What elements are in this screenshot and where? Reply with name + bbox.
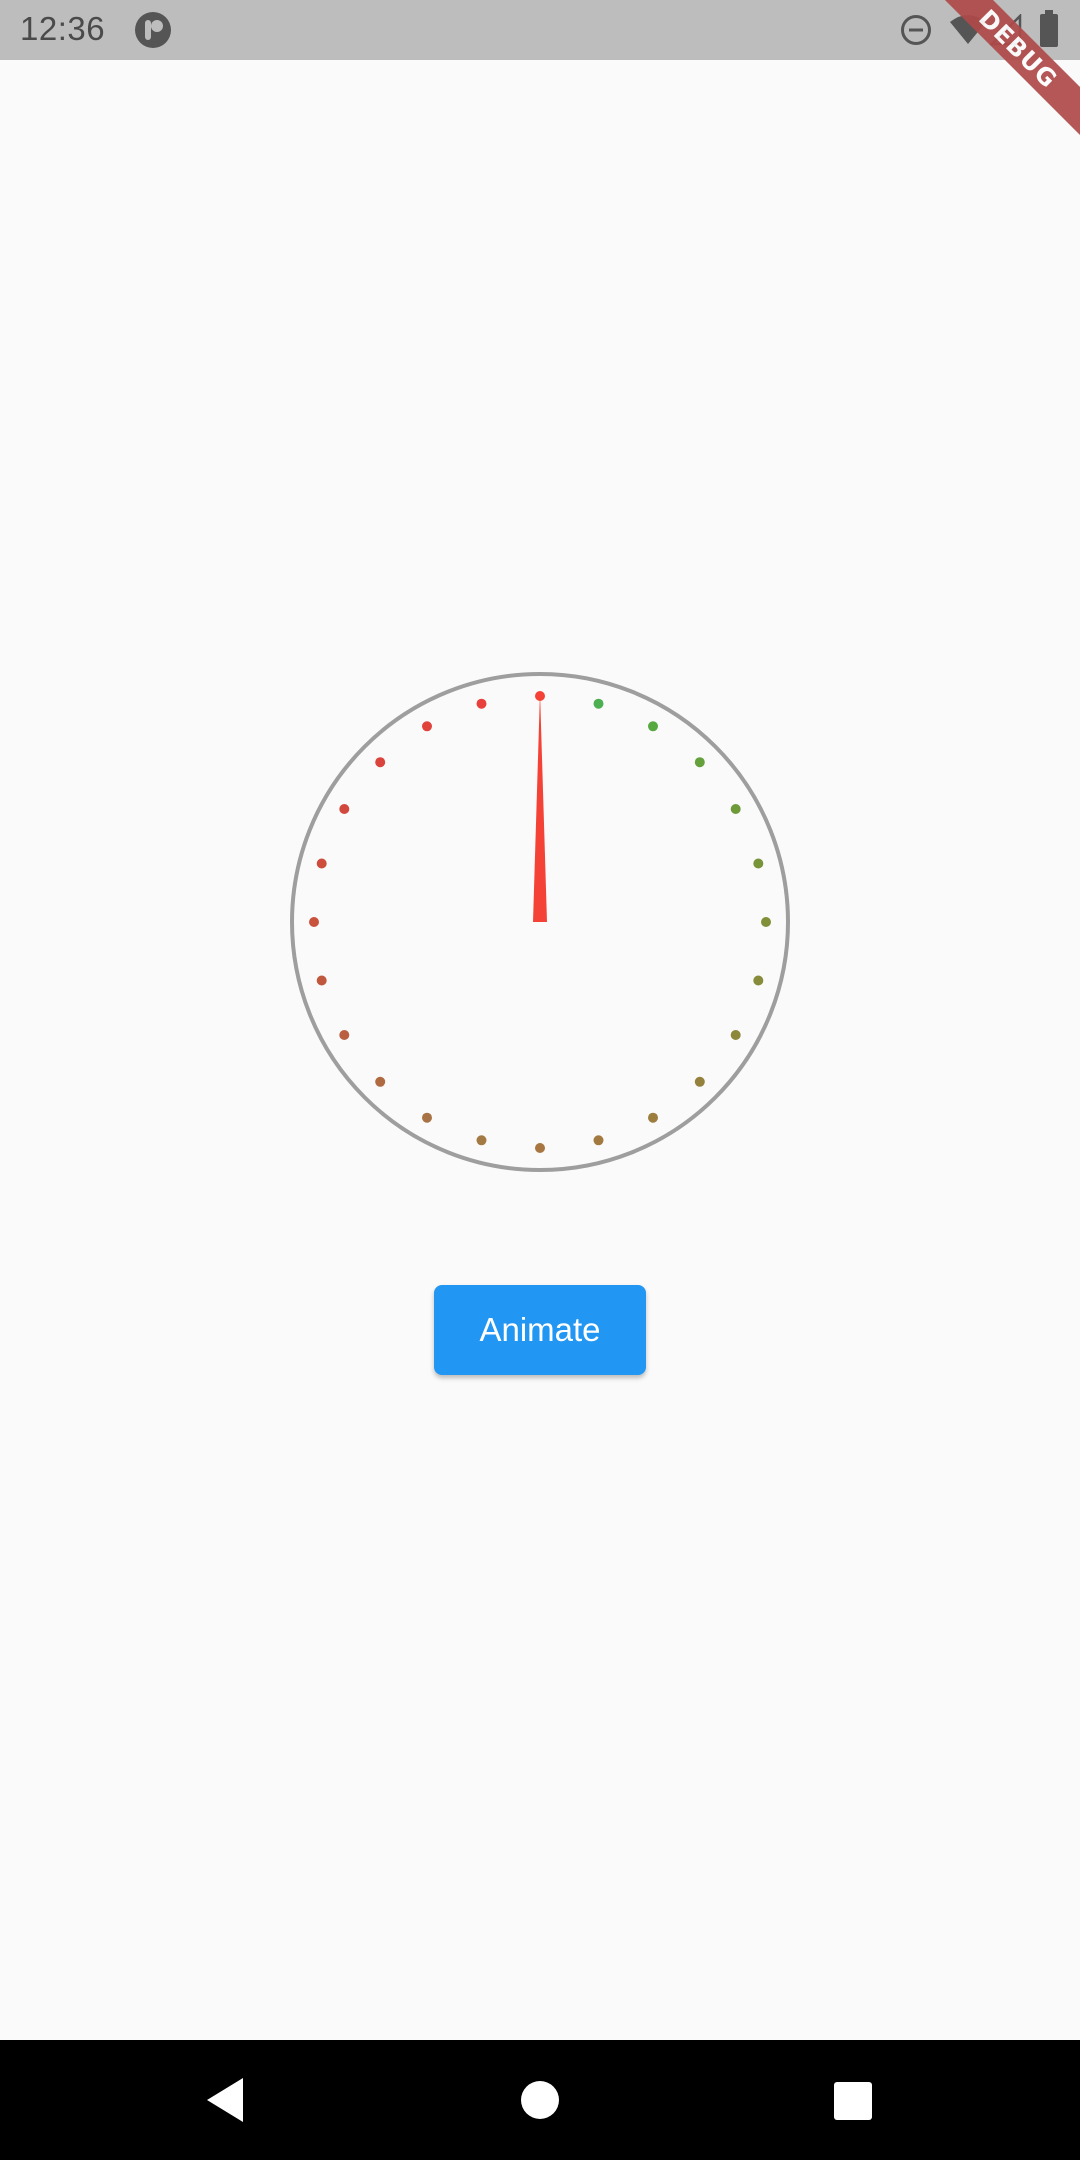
gauge-dot bbox=[476, 698, 487, 709]
gauge-dot bbox=[316, 858, 327, 869]
gauge-dot bbox=[694, 757, 705, 768]
main-content: Animate bbox=[0, 60, 1080, 2040]
recents-icon[interactable] bbox=[822, 2070, 882, 2130]
gauge-dot bbox=[535, 1143, 545, 1153]
gauge-dot bbox=[476, 1135, 487, 1146]
gauge bbox=[290, 672, 790, 1172]
gauge-dot bbox=[730, 1030, 741, 1040]
home-icon[interactable] bbox=[510, 2070, 570, 2130]
gauge-dot bbox=[339, 804, 350, 814]
gauge-dot bbox=[593, 1135, 604, 1146]
battery-icon bbox=[1040, 10, 1058, 47]
status-time: 12:36 bbox=[20, 10, 106, 47]
gauge-dot bbox=[648, 721, 658, 732]
gauge-needle bbox=[533, 692, 547, 922]
gauge-dot bbox=[316, 975, 327, 986]
gauge-dot bbox=[730, 804, 741, 814]
gauge-dot bbox=[593, 698, 604, 709]
wifi-icon bbox=[950, 15, 986, 44]
do-not-disturb-icon bbox=[901, 15, 931, 45]
gauge-dot bbox=[761, 917, 771, 927]
status-bar: 12:36 bbox=[0, 0, 1080, 60]
animate-button[interactable]: Animate bbox=[434, 1285, 646, 1375]
nav-bar bbox=[0, 2040, 1080, 2160]
cell-signal-icon bbox=[990, 14, 1022, 46]
gauge-dot bbox=[694, 1076, 705, 1087]
gauge-dot bbox=[422, 1112, 432, 1123]
gauge-dot bbox=[375, 1076, 386, 1087]
gauge-dot bbox=[309, 917, 319, 927]
back-icon[interactable] bbox=[195, 2070, 255, 2130]
gauge-dot bbox=[375, 757, 386, 768]
app-notification-icon bbox=[135, 12, 171, 48]
gauge-dot bbox=[422, 721, 432, 732]
gauge-dot bbox=[648, 1112, 658, 1123]
gauge-dot bbox=[753, 975, 764, 986]
gauge-dot bbox=[339, 1030, 350, 1040]
gauge-dot bbox=[753, 858, 764, 869]
